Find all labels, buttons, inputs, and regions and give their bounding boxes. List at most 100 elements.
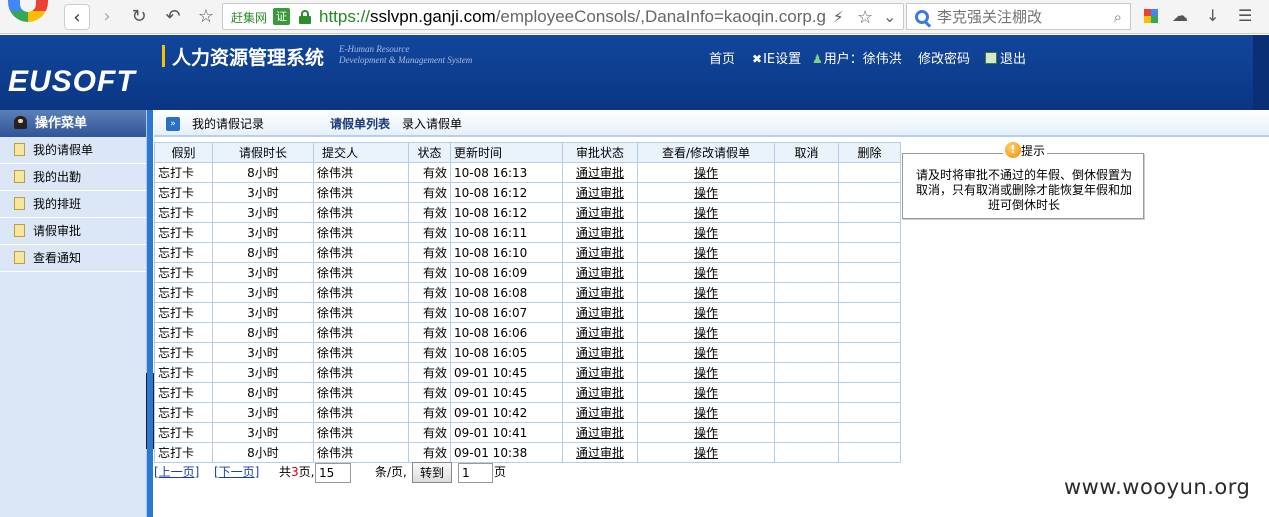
cell-approval[interactable]: 通过审批 [562, 422, 638, 443]
sidebar-item-my-leave[interactable]: 我的请假单 [0, 137, 146, 164]
approval-status-link[interactable]: 通过审批 [576, 226, 624, 240]
certificate-badge[interactable]: 证 [273, 8, 290, 25]
forward-button[interactable]: › [94, 4, 120, 30]
download-icon[interactable]: ↓ [1206, 6, 1219, 28]
url-text[interactable]: https://sslvpn.ganji.com/employeeConsols… [319, 7, 827, 27]
cell-operation[interactable]: 操作 [637, 222, 775, 243]
nav-ie-settings-link[interactable]: ✖IE设置 [752, 48, 801, 67]
cell-cancel [774, 362, 839, 383]
lock-icon[interactable] [299, 10, 311, 24]
cell-operation[interactable]: 操作 [637, 242, 775, 263]
undo-icon[interactable]: ↶ [160, 4, 186, 30]
lightning-icon[interactable]: ⚡ [833, 8, 844, 26]
tab-enter-leave[interactable]: 录入请假单 [402, 115, 462, 132]
operation-link[interactable]: 操作 [694, 246, 718, 260]
cell-approval[interactable]: 通过审批 [562, 382, 638, 403]
cell-operation[interactable]: 操作 [637, 182, 775, 203]
approval-status-link[interactable]: 通过审批 [576, 446, 624, 460]
operation-link[interactable]: 操作 [694, 286, 718, 300]
cell-approval[interactable]: 通过审批 [562, 282, 638, 303]
tab-my-leave-records[interactable]: 我的请假记录 [192, 115, 264, 132]
search-box[interactable]: ⌕ [906, 3, 1131, 30]
page-size-input[interactable] [315, 463, 351, 483]
menu-icon[interactable]: ☰ [1238, 6, 1252, 28]
cell-approval[interactable]: 通过审批 [562, 262, 638, 283]
cell-approval[interactable]: 通过审批 [562, 302, 638, 323]
cell-updated: 10-08 16:08 [450, 282, 563, 303]
cell-operation[interactable]: 操作 [637, 402, 775, 423]
cell-approval[interactable]: 通过审批 [562, 342, 638, 363]
operation-link[interactable]: 操作 [694, 446, 718, 460]
approval-status-link[interactable]: 通过审批 [576, 306, 624, 320]
nav-change-password-link[interactable]: 修改密码 [918, 48, 970, 67]
approval-status-link[interactable]: 通过审批 [576, 406, 624, 420]
operation-link[interactable]: 操作 [694, 406, 718, 420]
operation-link[interactable]: 操作 [694, 166, 718, 180]
cloud-icon[interactable]: ☁ [1172, 6, 1188, 28]
cell-operation[interactable]: 操作 [637, 422, 775, 443]
operation-link[interactable]: 操作 [694, 266, 718, 280]
next-page-link[interactable]: [下一页] [214, 462, 259, 482]
approval-status-link[interactable]: 通过审批 [576, 166, 624, 180]
cell-approval[interactable]: 通过审批 [562, 162, 638, 183]
reload-icon[interactable]: ↻ [126, 4, 152, 30]
operation-link[interactable]: 操作 [694, 426, 718, 440]
cell-approval[interactable]: 通过审批 [562, 442, 638, 463]
cell-cancel [774, 302, 839, 323]
sidebar-item-notifications[interactable]: 查看通知 [0, 245, 146, 272]
nav-home-link[interactable]: 首页 [709, 48, 735, 67]
approval-status-link[interactable]: 通过审批 [576, 346, 624, 360]
favorite-star-icon[interactable]: ☆ [857, 7, 873, 28]
cell-approval[interactable]: 通过审批 [562, 402, 638, 423]
operation-link[interactable]: 操作 [694, 206, 718, 220]
bookmark-star-icon[interactable]: ☆ [193, 4, 219, 30]
cell-approval[interactable]: 通过审批 [562, 222, 638, 243]
approval-status-link[interactable]: 通过审批 [576, 366, 624, 380]
cell-approval[interactable]: 通过审批 [562, 242, 638, 263]
go-button[interactable]: 转到 [412, 462, 452, 483]
cell-operation[interactable]: 操作 [637, 162, 775, 183]
page-number-input[interactable] [458, 463, 493, 483]
approval-status-link[interactable]: 通过审批 [576, 266, 624, 280]
cell-operation[interactable]: 操作 [637, 362, 775, 383]
content-tabbar: » 我的请假记录 请假单列表 录入请假单 [154, 110, 1269, 137]
back-button[interactable]: ‹ [64, 4, 90, 30]
operation-link[interactable]: 操作 [694, 386, 718, 400]
cell-operation[interactable]: 操作 [637, 202, 775, 223]
cell-operation[interactable]: 操作 [637, 322, 775, 343]
apps-icon[interactable] [1144, 9, 1158, 23]
approval-status-link[interactable]: 通过审批 [576, 286, 624, 300]
cell-approval[interactable]: 通过审批 [562, 182, 638, 203]
operation-link[interactable]: 操作 [694, 326, 718, 340]
sidebar-item-leave-approval[interactable]: 请假审批 [0, 218, 146, 245]
cell-operation[interactable]: 操作 [637, 342, 775, 363]
address-bar[interactable]: 赶集网 证 https://sslvpn.ganji.com/employeeC… [222, 3, 904, 30]
approval-status-link[interactable]: 通过审批 [576, 426, 624, 440]
search-input[interactable] [937, 6, 1107, 27]
sidebar-item-my-schedule[interactable]: 我的排班 [0, 191, 146, 218]
approval-status-link[interactable]: 通过审批 [576, 186, 624, 200]
cell-operation[interactable]: 操作 [637, 382, 775, 403]
operation-link[interactable]: 操作 [694, 306, 718, 320]
approval-status-link[interactable]: 通过审批 [576, 246, 624, 260]
cell-operation[interactable]: 操作 [637, 302, 775, 323]
prev-page-link[interactable]: [上一页] [154, 462, 199, 482]
tab-leave-list[interactable]: 请假单列表 [330, 115, 390, 132]
sidebar-item-my-attendance[interactable]: 我的出勤 [0, 164, 146, 191]
approval-status-link[interactable]: 通过审批 [576, 326, 624, 340]
approval-status-link[interactable]: 通过审批 [576, 206, 624, 220]
cell-approval[interactable]: 通过审批 [562, 322, 638, 343]
operation-link[interactable]: 操作 [694, 366, 718, 380]
chevron-down-icon[interactable]: ⌄ [883, 7, 896, 26]
cell-approval[interactable]: 通过审批 [562, 362, 638, 383]
cell-approval[interactable]: 通过审批 [562, 202, 638, 223]
operation-link[interactable]: 操作 [694, 346, 718, 360]
approval-status-link[interactable]: 通过审批 [576, 386, 624, 400]
cell-operation[interactable]: 操作 [637, 282, 775, 303]
cell-operation[interactable]: 操作 [637, 262, 775, 283]
nav-logout-link[interactable]: 退出 [985, 48, 1026, 67]
cell-operation[interactable]: 操作 [637, 442, 775, 463]
operation-link[interactable]: 操作 [694, 186, 718, 200]
operation-link[interactable]: 操作 [694, 226, 718, 240]
search-icon[interactable]: ⌕ [1114, 8, 1122, 26]
